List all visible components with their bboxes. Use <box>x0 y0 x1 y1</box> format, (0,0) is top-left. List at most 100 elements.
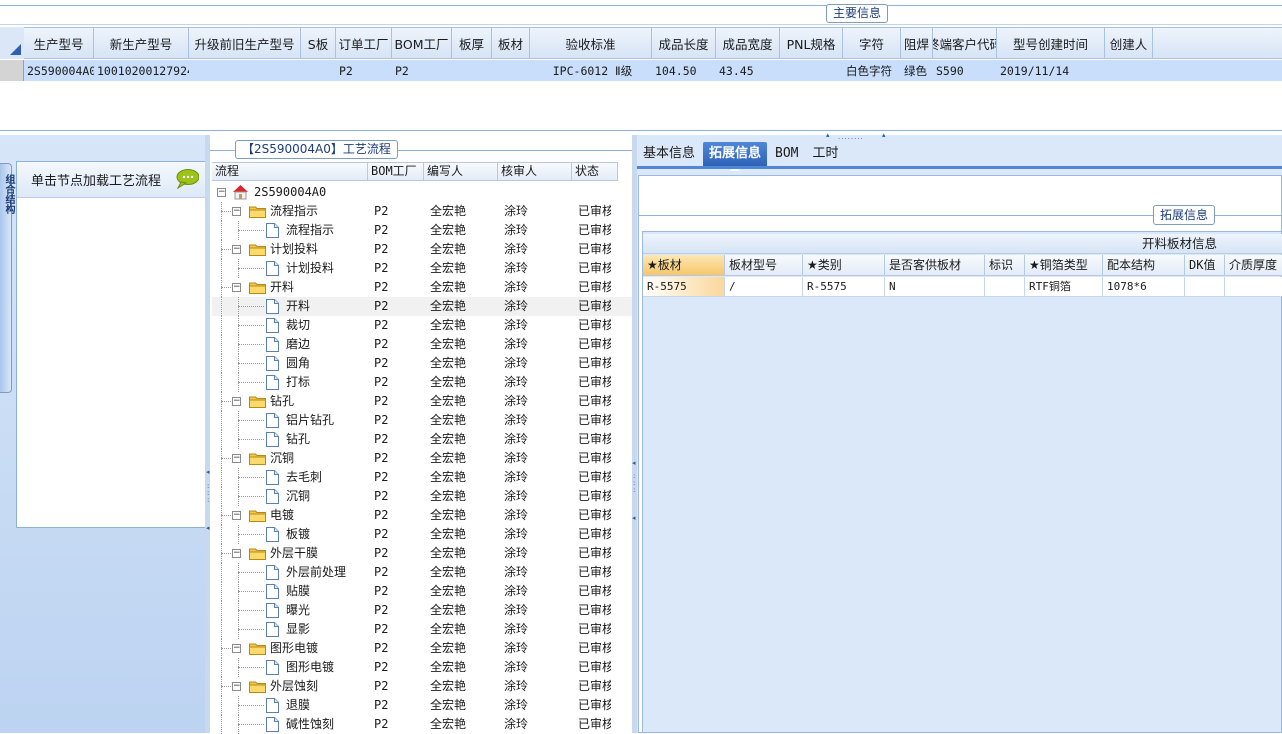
column-header[interactable]: 创建人 <box>1105 28 1153 58</box>
sort-corner-icon[interactable] <box>0 27 24 59</box>
table-cell[interactable] <box>301 60 336 81</box>
column-header[interactable]: 生产型号 <box>24 28 94 58</box>
collapse-icon[interactable]: − <box>232 207 241 216</box>
grid-cell[interactable]: 1078*6 <box>1103 277 1185 297</box>
collapse-icon[interactable]: − <box>217 188 226 197</box>
grid-column-header[interactable]: ★铜箔类型 <box>1025 255 1103 276</box>
grid-cell[interactable] <box>1225 277 1282 297</box>
table-cell[interactable]: 43.45 <box>716 60 780 81</box>
splitter-arrow-icon[interactable]: ◂ <box>206 525 210 532</box>
table-cell[interactable]: 10010200127924 <box>94 60 189 81</box>
grid-column-header[interactable]: 配本结构 <box>1103 255 1185 276</box>
table-cell[interactable]: IPC-6012 Ⅱ级 <box>530 60 652 81</box>
column-header[interactable]: BOM工厂 <box>392 28 452 58</box>
tab-bom[interactable]: BOM <box>769 142 804 166</box>
splitter-arrow-icon[interactable]: ▴ <box>882 132 886 139</box>
table-cell[interactable]: P2 <box>392 60 452 81</box>
collapse-icon[interactable]: − <box>232 245 241 254</box>
splitter-grip-icon[interactable]: ::: <box>207 483 209 504</box>
column-header[interactable]: 成品宽度 <box>716 28 780 58</box>
process-flow-panel: 【2S590004A0】工艺流程 流程 BOM工厂 编写人 核审人 状态 − 2S5900… <box>210 135 834 734</box>
collapse-icon[interactable]: − <box>232 454 241 463</box>
column-header[interactable]: PNL规格 <box>780 28 843 58</box>
tab-basic-info[interactable]: 基本信息 <box>637 142 701 166</box>
splitter-arrow-icon[interactable]: ▴ <box>826 132 830 139</box>
speech-bubble-icon[interactable] <box>175 169 199 189</box>
side-tab-structure[interactable]: 组合结构 <box>0 163 14 393</box>
tab-work-hours[interactable]: 工时 <box>807 142 845 166</box>
status-cell: 已审核 <box>578 242 611 256</box>
tree-column-header[interactable]: 核审人 <box>498 163 572 180</box>
splitter-arrow-icon[interactable]: ◂ <box>632 460 636 467</box>
grid-cell[interactable] <box>985 277 1025 297</box>
table-cell[interactable] <box>492 60 530 81</box>
tree-node-label: 铝片钻孔 <box>286 413 335 427</box>
table-cell[interactable]: 104.50 <box>652 60 716 81</box>
column-header[interactable]: 字符 <box>843 28 901 58</box>
document-icon <box>266 337 279 352</box>
table-row[interactable]: R-5575/R-5575 N RTF铜箔 1078*6 <box>643 277 1282 297</box>
tab-extended-info[interactable]: 拓展信息 <box>703 142 768 171</box>
column-header[interactable]: 型号创建时间 <box>997 28 1105 58</box>
grid-column-header[interactable]: 是否客供板材 <box>885 255 985 276</box>
collapse-icon[interactable]: − <box>232 283 241 292</box>
column-header[interactable]: 板厚 <box>452 28 492 58</box>
collapse-icon[interactable]: − <box>232 682 241 691</box>
grid-cell[interactable]: RTF铜箔 <box>1025 277 1103 297</box>
table-cell[interactable] <box>780 60 843 81</box>
tree-column-header[interactable]: 编写人 <box>424 163 498 180</box>
grid-column-header[interactable]: ★板材 <box>643 255 725 276</box>
table-cell[interactable]: 2S590004A0 <box>24 60 94 81</box>
process-flow-caption: 【2S590004A0】工艺流程 <box>235 140 398 159</box>
column-header[interactable]: 新生产型号 <box>94 28 189 58</box>
grid-column-header[interactable]: DK值 <box>1185 255 1225 276</box>
splitter-arrow-icon[interactable]: ◂ <box>206 469 210 476</box>
table-cell[interactable] <box>1105 60 1153 81</box>
column-header[interactable]: S板 <box>301 28 336 58</box>
grid-cell[interactable]: N <box>885 277 985 297</box>
grid-column-header[interactable]: 标识 <box>985 255 1025 276</box>
column-header[interactable]: 终端客户代码 <box>933 28 997 58</box>
grid-cell[interactable] <box>1185 277 1225 297</box>
tree-column-header[interactable]: BOM工厂 <box>368 163 424 180</box>
detail-tabs: 基本信息 拓展信息 BOM 工时 <box>637 140 847 171</box>
table-cell[interactable]: 白色字符 <box>843 60 901 81</box>
grid-column-header[interactable]: 介质厚度 <box>1225 255 1282 276</box>
tree-line <box>238 363 264 364</box>
tree-node-label: 钻孔 <box>286 432 311 446</box>
splitter-arrow-icon[interactable]: ◂ <box>632 515 636 522</box>
column-header[interactable]: 阻焊 <box>901 28 933 58</box>
table-cell[interactable]: 绿色 <box>901 60 933 81</box>
table-cell[interactable]: 2019/11/14 <box>997 60 1105 81</box>
tree-column-header[interactable]: 流程 <box>212 163 368 180</box>
grid-column-header[interactable]: ★类别 <box>803 255 885 276</box>
tree-node-label: 2S590004A0 <box>254 185 327 199</box>
grid-cell[interactable]: R-5575 <box>803 277 885 297</box>
collapse-icon[interactable]: − <box>232 644 241 653</box>
table-cell[interactable]: P2 <box>336 60 392 81</box>
grid-cell[interactable]: R-5575 <box>643 277 725 297</box>
table-cell[interactable] <box>189 60 301 81</box>
row-selector[interactable] <box>0 60 24 81</box>
bom-factory-cell: P2 <box>374 489 389 503</box>
collapse-icon[interactable]: − <box>232 511 241 520</box>
grid-cell[interactable]: / <box>725 277 803 297</box>
table-cell[interactable] <box>452 60 492 81</box>
tree-column-header[interactable]: 状态 <box>572 163 618 180</box>
document-icon <box>266 261 279 276</box>
table-cell[interactable]: S590 <box>933 60 997 81</box>
column-header[interactable]: 板材 <box>492 28 530 58</box>
main-info-panel: 主要信息 生产型号 新生产型号 升级前旧生产型号 S板 订单工厂 BOM工厂 板厚 板材 验收标… <box>0 0 1282 135</box>
splitter-right[interactable] <box>632 135 637 733</box>
tree-line <box>221 715 222 734</box>
splitter-grip-icon[interactable]: ::: <box>633 473 635 494</box>
column-header[interactable]: 升级前旧生产型号 <box>189 28 301 58</box>
collapse-icon[interactable]: − <box>232 397 241 406</box>
tree-line <box>221 696 222 715</box>
grid-column-header[interactable]: 板材型号 <box>725 255 803 276</box>
column-header[interactable]: 验收标准 <box>530 28 652 58</box>
column-header[interactable]: 订单工厂 <box>336 28 392 58</box>
column-header[interactable]: 成品长度 <box>652 28 716 58</box>
table-row[interactable]: 2S590004A0 10010200127924 P2 P2 IPC-6012 Ⅱ级 1… <box>0 60 1282 81</box>
collapse-icon[interactable]: − <box>232 549 241 558</box>
